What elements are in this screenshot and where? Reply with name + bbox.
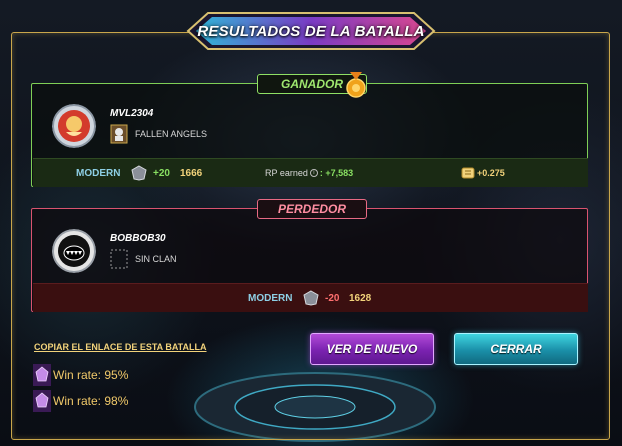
winner-clan-name[interactable]: FALLEN ANGELS: [135, 129, 207, 139]
rating-shield-icon: [131, 165, 147, 181]
copy-battle-link[interactable]: COPIAR EL ENLACE DE ESTA BATALLA: [34, 342, 207, 352]
loser-avatar: [52, 229, 96, 273]
loser-stats-bar: MODERN -20 1628: [33, 283, 588, 312]
title-banner: RESULTADOS DE LA BATALLA: [186, 10, 436, 52]
reward-scroll-icon: [461, 167, 475, 179]
winrate-row: Win rate: 98%: [33, 390, 128, 412]
loser-player-name[interactable]: BOBBOB30: [110, 233, 166, 244]
winrate-row: Win rate: 95%: [33, 364, 128, 386]
info-icon[interactable]: i: [309, 169, 318, 177]
winner-stats-bar: MODERN +20 1666 RP earned i : +7,583 +0.…: [33, 158, 588, 187]
gem-icon: [33, 364, 51, 386]
winner-player-name[interactable]: MVL2304: [110, 108, 153, 119]
no-clan-icon: [110, 249, 128, 269]
loser-league: MODERN: [248, 292, 293, 304]
reward-value: +0.275: [477, 168, 505, 178]
winner-rating: 1666: [180, 167, 203, 179]
rating-shield-icon: [303, 290, 319, 306]
rewatch-button[interactable]: VER DE NUEVO: [310, 333, 434, 365]
winrate-text: Win rate: 98%: [53, 394, 129, 408]
winner-avatar: [52, 104, 96, 148]
close-button[interactable]: CERRAR: [454, 333, 578, 365]
rp-earned-value: : +7,583: [319, 168, 354, 178]
loser-label: PERDEDOR: [257, 199, 367, 219]
clan-emblem-icon: [110, 124, 128, 144]
rp-earned-label: RP earned: [265, 168, 308, 178]
loser-rating: 1628: [349, 292, 372, 304]
winner-league: MODERN: [76, 167, 121, 179]
gem-icon: [33, 390, 51, 412]
winrate-text: Win rate: 95%: [53, 368, 129, 382]
page-title: RESULTADOS DE LA BATALLA: [197, 22, 425, 40]
loser-clan-name: SIN CLAN: [135, 254, 177, 264]
trophy-icon: [346, 72, 366, 98]
loser-rating-delta: -20: [325, 292, 340, 304]
winner-panel: MVL2304 FALLEN ANGELS MODERN +20 1666 RP…: [31, 83, 588, 187]
winner-rating-delta: +20: [153, 167, 170, 179]
loser-panel: BOBBOB30 SIN CLAN MODERN -20 1628: [31, 208, 588, 312]
